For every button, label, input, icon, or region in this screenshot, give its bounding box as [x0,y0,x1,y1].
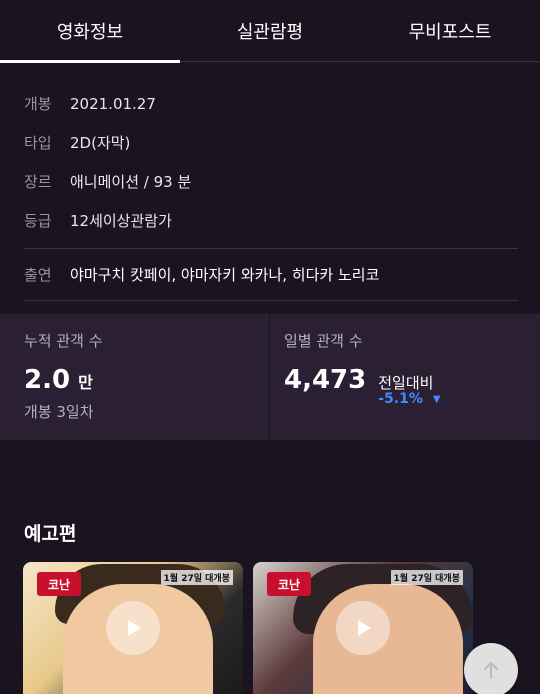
tab-label: 영화정보 [56,22,124,43]
release-badge: 1월 27일 대개봉 [390,570,463,585]
divider [24,248,518,249]
play-icon [358,620,371,636]
stat-title: 일별 관객 수 [284,332,363,350]
tab-reviews[interactable]: 실관람평 [180,0,360,62]
compare-value-row: -5.1% ▼ [378,390,441,407]
trailer-thumbnail[interactable]: 코난 1월 27일 대개봉 [253,562,473,694]
trailer-section-title: 예고편 [24,523,77,545]
play-button[interactable] [106,601,160,655]
arrow-up-icon [484,662,498,679]
info-row-type: 타입 2D(자막) [24,123,518,162]
stat-value-row: 4,473 전일대비 -5.1% ▼ [284,365,516,407]
play-button[interactable] [336,601,390,655]
release-badge: 1월 27일 대개봉 [160,570,233,585]
info-label: 타입 [24,134,52,152]
play-icon [128,620,141,636]
cumulative-audience-box: 누적 관객 수 2.0 만 개봉 3일차 [0,314,270,440]
info-value: 12세이상관람가 [70,212,172,230]
info-value: 애니메이션 / 93 분 [70,173,192,191]
trailer-thumbnail[interactable]: 코난 1월 27일 대개봉 [23,562,243,694]
info-label: 장르 [24,173,52,191]
scroll-to-top-button[interactable] [464,643,518,694]
info-value: 2D(자막) [70,134,131,152]
stat-title: 누적 관객 수 [24,332,103,350]
days-since-release: 개봉 3일차 [24,403,94,421]
audience-stats: 누적 관객 수 2.0 만 개봉 3일차 일별 관객 수 4,473 전일대비 … [0,314,540,440]
trailer-logo: 코난 [37,572,81,596]
info-row-genre: 장르 애니메이션 / 93 분 [24,162,518,201]
active-tab-indicator [0,60,180,63]
info-label: 출연 [24,266,52,284]
daily-audience-box: 일별 관객 수 4,473 전일대비 -5.1% ▼ [270,314,540,440]
tab-bar: 영화정보 실관람평 무비포스트 [0,0,540,63]
stat-value-row: 2.0 만 [24,365,245,395]
info-value: 야마구치 캇페이, 야마자키 와카나, 히다카 노리코 [70,266,380,284]
cumulative-unit: 만 [78,373,93,392]
thumbnail-art [313,584,463,694]
divider [24,300,518,301]
tab-label: 무비포스트 [408,22,492,43]
triangle-down-icon: ▼ [432,393,441,405]
tab-movie-post[interactable]: 무비포스트 [360,0,540,62]
tab-movie-info[interactable]: 영화정보 [0,0,180,63]
info-label: 개봉 [24,95,52,113]
compare-value: -5.1% [378,390,423,407]
info-row-cast: 출연 야마구치 캇페이, 야마자키 와카나, 히다카 노리코 [24,255,518,294]
cumulative-value: 2.0 [24,365,71,395]
info-label: 등급 [24,212,52,230]
info-row-rating: 등급 12세이상관람가 [24,201,518,240]
trailer-logo: 코난 [267,572,311,596]
day-over-day: 전일대비 -5.1% ▼ [378,375,440,407]
tab-label: 실관람평 [236,22,304,43]
movie-info-section: 개봉 2021.01.27 타입 2D(자막) 장르 애니메이션 / 93 분 … [24,84,518,301]
info-row-release: 개봉 2021.01.27 [24,84,518,123]
info-value: 2021.01.27 [70,94,156,113]
daily-value: 4,473 [284,365,367,395]
compare-label: 전일대비 [378,374,434,392]
